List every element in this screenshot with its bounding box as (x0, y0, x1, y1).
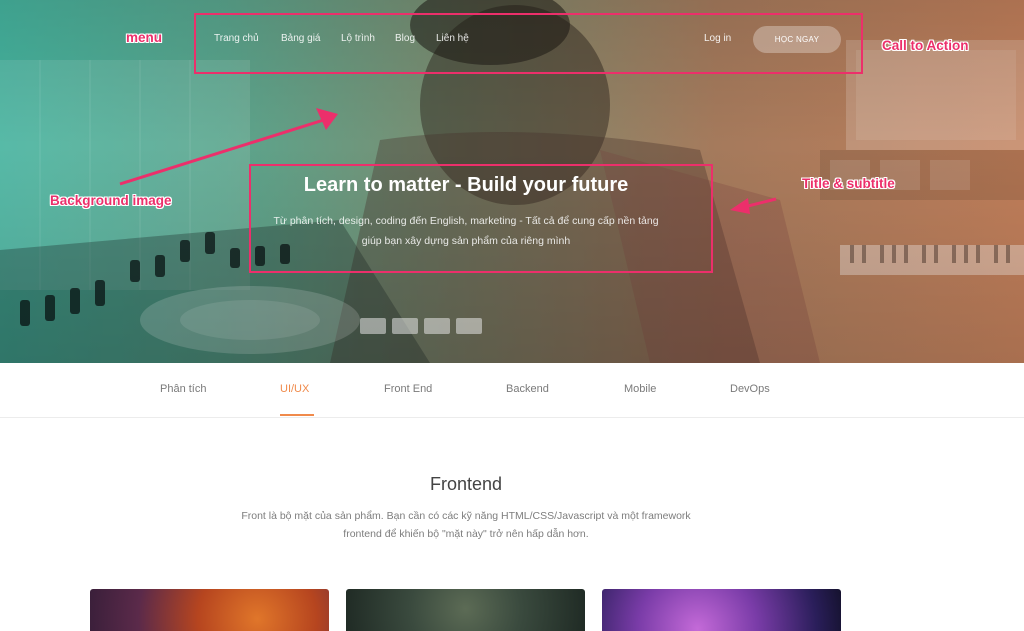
annotation-menu-label: menu (126, 30, 163, 45)
annotation-cta-label: Call to Action (882, 38, 969, 53)
course-card-1[interactable] (90, 589, 329, 631)
tab-mobile[interactable]: Mobile (624, 383, 656, 395)
annotation-background-label: Background image (50, 193, 172, 208)
course-card-2[interactable] (346, 589, 585, 631)
annotation-title-label: Title & subtitle (802, 176, 895, 191)
active-tab-indicator (280, 414, 314, 416)
menu-annotation-box (194, 13, 863, 74)
title-annotation-box (249, 164, 713, 273)
section-title: Frontend (429, 474, 503, 494)
tab-devops[interactable]: DevOps (730, 383, 770, 395)
tab-backend[interactable]: Backend (506, 383, 549, 395)
section-description: Front là bộ mặt của sản phẩm. Bạn cần có… (241, 510, 691, 540)
tab-front-end[interactable]: Front End (384, 383, 432, 395)
category-tabs: Phân tích UI/UX Front End Backend Mobile… (0, 363, 1024, 418)
page: Trang chủ Bảng giá Lộ trình Blog Liên hệ… (0, 0, 1024, 631)
course-card-3[interactable] (602, 589, 841, 631)
tab-ui-ux[interactable]: UI/UX (280, 383, 309, 395)
tab-analysis[interactable]: Phân tích (160, 383, 206, 395)
